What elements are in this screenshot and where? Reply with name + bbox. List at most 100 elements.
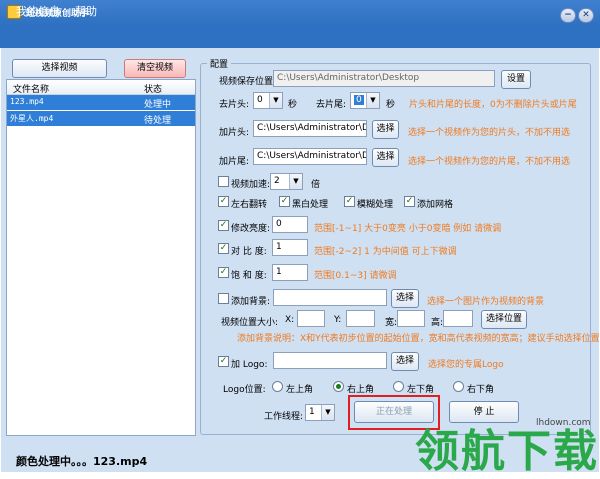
background-hint: 选择一个图片作为视频的背景 <box>427 297 545 307</box>
saturation-checkbox[interactable]: ✓ <box>218 267 229 278</box>
background-field[interactable] <box>273 289 387 306</box>
threads-label: 工作线程: <box>264 412 304 422</box>
brightness-label: 修改亮度: <box>231 224 271 234</box>
contrast-label: 对 比 度: <box>231 247 267 257</box>
row-filename: 123.mp4 <box>10 97 44 106</box>
height-label: 高: <box>431 318 444 328</box>
grid-label: 添加网格 <box>417 200 454 210</box>
logo-pos-bottom-left-label: 左下角 <box>407 385 435 395</box>
speed-value: 2 <box>274 176 280 186</box>
add-tail-field[interactable]: C:\Users\Administrator\Des <box>253 148 367 165</box>
chevron-down-icon[interactable]: ▼ <box>289 174 302 189</box>
x-input[interactable] <box>297 310 325 327</box>
trim-tail-combo[interactable]: 0 ▼ <box>350 92 380 109</box>
minimize-button[interactable]: − <box>560 8 576 23</box>
logo-pos-top-left-label: 左上角 <box>286 385 314 395</box>
logo-pos-top-left-radio[interactable] <box>272 381 283 392</box>
logo-field[interactable] <box>273 352 387 369</box>
threads-combo[interactable]: 1 ▼ <box>305 404 335 421</box>
close-button[interactable]: ✕ <box>578 8 594 23</box>
height-input[interactable] <box>443 310 473 327</box>
trim-head-label: 去片头: <box>219 100 250 110</box>
trim-hint: 片头和片尾的长度，0为不删除片头或片尾 <box>409 100 577 110</box>
speed-label: 视频加速: <box>231 180 271 190</box>
logo-position-label: Logo位置: <box>223 385 266 395</box>
y-input[interactable] <box>346 310 375 327</box>
contrast-hint: 范围[-2~2] 1 为中间值 可上下微调 <box>314 247 457 257</box>
logo-label: 加 Logo: <box>231 360 268 370</box>
grid-checkbox[interactable]: ✓ <box>404 196 415 207</box>
y-label: Y: <box>334 315 342 325</box>
contrast-input[interactable]: 1 <box>272 239 308 256</box>
brightness-input[interactable]: 0 <box>272 216 308 233</box>
bw-label: 黑白处理 <box>292 200 329 210</box>
choose-tail-button[interactable]: 选择 <box>372 148 399 167</box>
trim-unit-2: 秒 <box>386 100 396 110</box>
width-input[interactable] <box>397 310 425 327</box>
speed-combo[interactable]: 2 ▼ <box>270 173 303 190</box>
position-label: 视频位置大小: <box>221 318 279 328</box>
video-list[interactable]: 文件名称 状态 123.mp4 处理中 外星人.mp4 待处理 <box>6 79 196 436</box>
select-video-button[interactable]: 选择视频 <box>12 59 107 78</box>
contrast-checkbox[interactable]: ✓ <box>218 243 229 254</box>
add-head-label: 加片头: <box>219 128 250 138</box>
brightness-checkbox[interactable]: ✓ <box>218 220 229 231</box>
menu-bar <box>0 28 600 48</box>
threads-value: 1 <box>309 407 315 417</box>
settings-button[interactable]: 设置 <box>501 70 531 89</box>
saturation-hint: 范围[0.1~3] 请微调 <box>314 271 397 281</box>
saturation-input[interactable]: 1 <box>272 264 308 281</box>
flip-label: 左右翻转 <box>231 200 268 210</box>
chevron-down-icon[interactable]: ▼ <box>321 405 334 420</box>
add-head-hint: 选择一个视频作为您的片头，不加不用选 <box>408 128 571 138</box>
menu-my-info[interactable]: 我的信息 <box>16 3 60 19</box>
width-label: 宽: <box>385 318 398 328</box>
logo-pos-bottom-right-radio[interactable] <box>453 381 464 392</box>
trim-unit-1: 秒 <box>288 100 298 110</box>
column-status[interactable]: 状态 <box>144 82 162 95</box>
table-row[interactable]: 123.mp4 处理中 <box>7 95 195 110</box>
chevron-down-icon[interactable]: ▼ <box>269 93 282 108</box>
table-row[interactable]: 外星人.mp4 待处理 <box>7 111 195 126</box>
speed-checkbox[interactable] <box>218 176 229 187</box>
trim-tail-value: 0 <box>354 95 364 105</box>
add-tail-label: 加片尾: <box>219 157 250 167</box>
brightness-hint: 范围[-1~1] 大于0变亮 小于0变暗 例如 请微调 <box>314 224 502 234</box>
trim-head-value: 0 <box>257 95 263 105</box>
logo-pos-top-right-radio[interactable] <box>333 381 344 392</box>
clear-video-button[interactable]: 清空视频 <box>124 59 186 78</box>
status-text: 颜色处理中。。。123.mp4 <box>16 455 148 468</box>
flip-checkbox[interactable]: ✓ <box>218 196 229 207</box>
x-label: X: <box>285 315 295 325</box>
trim-head-combo[interactable]: 0 ▼ <box>253 92 283 109</box>
choose-head-button[interactable]: 选择 <box>372 120 399 139</box>
background-label: 添加背景: <box>231 297 271 307</box>
blur-label: 模糊处理 <box>357 200 394 210</box>
menu-help[interactable]: 帮助 <box>75 3 97 19</box>
trim-tail-label: 去片尾: <box>316 100 347 110</box>
bw-checkbox[interactable]: ✓ <box>279 196 290 207</box>
choose-logo-button[interactable]: 选择 <box>391 352 419 371</box>
row-status: 待处理 <box>144 116 172 126</box>
chevron-down-icon[interactable]: ▼ <box>366 93 379 108</box>
logo-pos-top-right-label: 右上角 <box>347 385 375 395</box>
watermark-url: lhdown.com <box>536 418 591 428</box>
background-checkbox[interactable] <box>218 293 229 304</box>
choose-position-button[interactable]: 选择位置 <box>481 310 527 329</box>
add-head-field[interactable]: C:\Users\Administrator\Des <box>253 120 367 137</box>
speed-unit: 倍 <box>311 180 321 190</box>
add-tail-hint: 选择一个视频作为您的片尾，不加不用选 <box>408 157 571 167</box>
column-filename[interactable]: 文件名称 <box>13 82 49 95</box>
blur-checkbox[interactable]: ✓ <box>344 196 355 207</box>
row-filename: 外星人.mp4 <box>10 114 54 123</box>
choose-background-button[interactable]: 选择 <box>391 289 419 308</box>
config-group-label: 配置 <box>207 57 232 70</box>
list-header: 文件名称 状态 <box>7 80 195 95</box>
save-path-field[interactable]: C:\Users\Administrator\Desktop <box>273 70 495 87</box>
logo-checkbox[interactable]: ✓ <box>218 356 229 367</box>
logo-pos-bottom-left-radio[interactable] <box>393 381 404 392</box>
save-path-label: 视频保存位置: <box>219 77 277 87</box>
background-note: 添加背景说明：X和Y代表初步位置的起始位置，宽和高代表视频的宽高；建议手动选择位… <box>237 334 600 344</box>
logo-hint: 选择您的专属Logo <box>428 360 504 370</box>
saturation-label: 饱 和 度: <box>231 271 267 281</box>
